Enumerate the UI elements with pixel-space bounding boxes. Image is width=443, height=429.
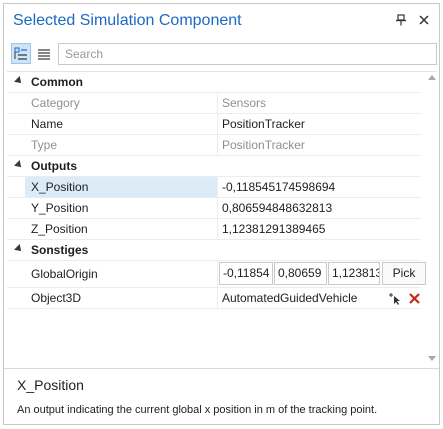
category-label: Common: [31, 75, 83, 89]
pin-icon[interactable]: [395, 14, 407, 26]
property-name: Z_Position: [31, 222, 88, 236]
property-value[interactable]: PositionTracker: [220, 114, 305, 134]
category-sonstiges[interactable]: Sonstiges: [7, 240, 421, 261]
collapse-arrow-icon[interactable]: [14, 244, 24, 254]
description-text: An output indicating the current global …: [17, 404, 378, 416]
search-input[interactable]: [59, 44, 436, 64]
category-label: Outputs: [31, 159, 77, 173]
property-name: Y_Position: [31, 201, 89, 215]
alphabetical-view-button[interactable]: [34, 43, 54, 64]
property-row-category[interactable]: Category Sensors: [7, 93, 421, 114]
property-value[interactable]: 0,806594848632813: [220, 198, 332, 218]
property-row-name[interactable]: Name PositionTracker: [7, 114, 421, 135]
properties-panel: Selected Simulation Component Search Com…: [3, 3, 440, 425]
column-divider: [217, 198, 218, 218]
search-box[interactable]: [58, 43, 437, 65]
collapse-arrow-icon[interactable]: [14, 76, 24, 86]
property-value[interactable]: 1,12381291389465: [220, 219, 325, 239]
property-name: Object3D: [31, 291, 82, 305]
scroll-up-icon[interactable]: [428, 75, 436, 80]
description-title: X_Position: [17, 377, 84, 393]
column-divider: [217, 261, 218, 287]
delete-icon[interactable]: [408, 292, 421, 305]
vertical-scrollbar[interactable]: [425, 71, 438, 367]
category-outputs[interactable]: Outputs: [7, 156, 421, 177]
property-value[interactable]: AutomatedGuidedVehicle: [220, 288, 357, 308]
property-name: X_Position: [31, 180, 89, 194]
global-origin-y-field[interactable]: 0,80659: [274, 262, 327, 285]
property-name: Category: [31, 96, 80, 110]
property-value: PositionTracker: [222, 138, 305, 152]
column-divider: [217, 219, 218, 239]
categorized-view-icon: [14, 47, 27, 60]
property-name: GlobalOrigin: [31, 267, 98, 281]
property-row-object3d[interactable]: Object3D AutomatedGuidedVehicle: [7, 288, 421, 309]
description-separator: [4, 368, 439, 369]
property-name: Name: [31, 117, 64, 131]
column-divider: [217, 288, 218, 308]
property-row-y-position[interactable]: Y_Position 0,806594848632813: [7, 198, 421, 219]
global-origin-z-field[interactable]: 1,123813: [328, 262, 380, 285]
property-row-x-position[interactable]: X_Position -0,118545174598694: [7, 177, 421, 198]
close-icon[interactable]: [418, 14, 430, 26]
property-row-global-origin[interactable]: GlobalOrigin -0,11854 0,80659 1,123813 P…: [7, 261, 426, 288]
property-row-type[interactable]: Type PositionTracker: [7, 135, 421, 156]
property-value[interactable]: -0,118545174598694: [220, 177, 335, 197]
property-grid: Common Category Sensors Name PositionTra…: [7, 71, 437, 367]
global-origin-x-field[interactable]: -0,11854: [219, 262, 273, 285]
column-divider: [217, 177, 218, 197]
scroll-down-icon[interactable]: [428, 356, 436, 361]
property-row-z-position[interactable]: Z_Position 1,12381291389465: [7, 219, 421, 240]
column-divider: [217, 114, 218, 134]
property-name: Type: [31, 138, 58, 152]
alphabetical-view-icon: [38, 48, 50, 60]
panel-titlebar: Selected Simulation Component: [4, 4, 439, 37]
categorized-view-button[interactable]: [11, 43, 31, 64]
collapse-arrow-icon[interactable]: [14, 160, 24, 170]
pick-button[interactable]: Pick: [382, 262, 426, 285]
pick-object-icon[interactable]: [389, 292, 401, 305]
property-value: Sensors: [222, 96, 267, 110]
property-toolbar: [4, 41, 439, 67]
category-label: Sonstiges: [31, 243, 89, 257]
panel-title: Selected Simulation Component: [13, 12, 242, 29]
category-common[interactable]: Common: [7, 72, 421, 93]
column-divider: [217, 93, 218, 113]
column-divider: [217, 135, 218, 155]
